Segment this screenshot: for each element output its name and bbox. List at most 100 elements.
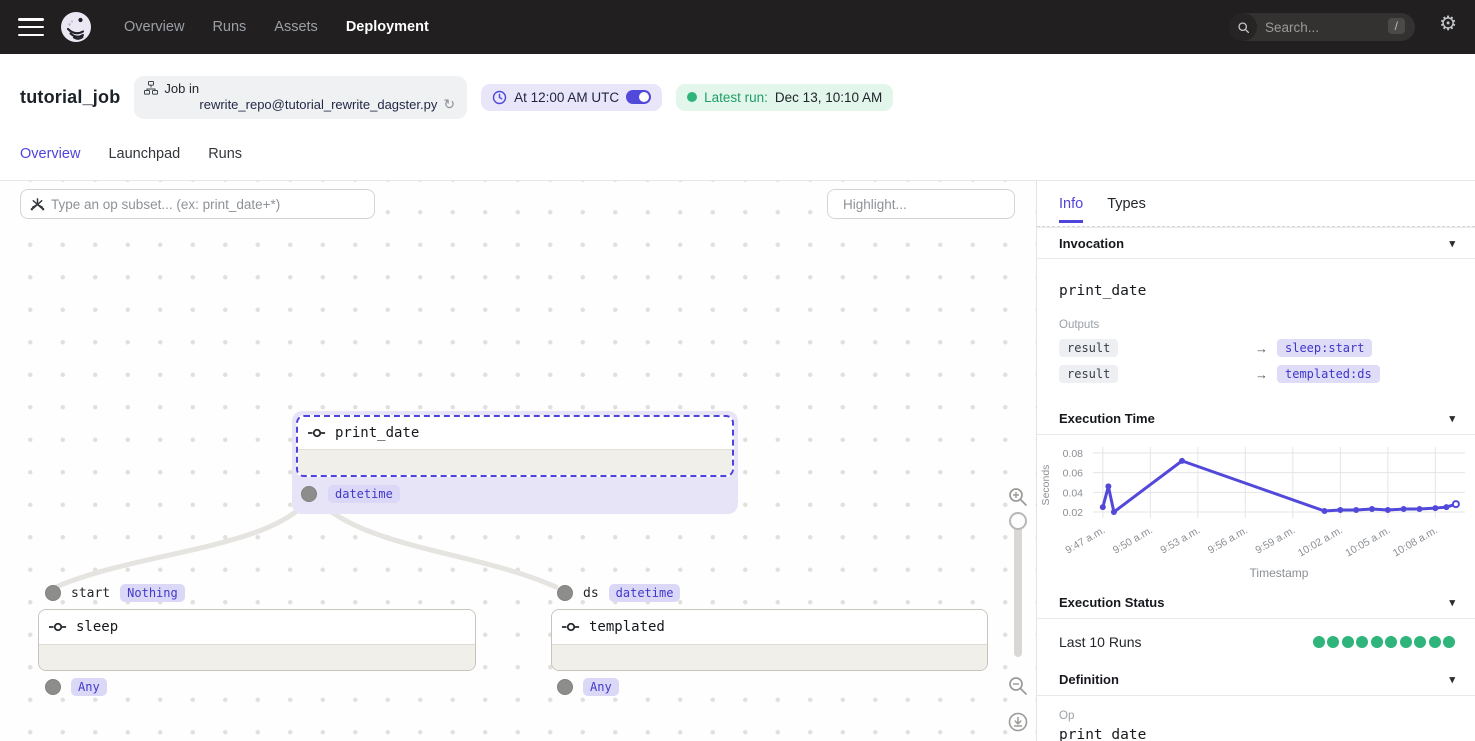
input-name: start [71, 586, 110, 601]
graph-icon [144, 81, 158, 95]
output-port [45, 679, 61, 695]
op-node-label: templated [589, 619, 665, 635]
run-status-dot[interactable] [1385, 636, 1397, 648]
reload-icon[interactable]: ↻ [443, 96, 455, 113]
op-node-templated[interactable]: templated [551, 609, 988, 671]
nav-runs[interactable]: Runs [212, 19, 246, 35]
last-runs-row: Last 10 Runs [1037, 619, 1475, 664]
type-tag-nothing[interactable]: Nothing [120, 584, 185, 602]
schedule-badge[interactable]: At 12:00 AM UTC [481, 84, 662, 111]
op-selector-icon [30, 197, 45, 212]
sleep-output-row: Any [45, 678, 107, 696]
svg-text:9:50 a.m.: 9:50 a.m. [1111, 524, 1155, 556]
tab-overview[interactable]: Overview [20, 140, 80, 180]
outputs-label: Outputs [1059, 319, 1453, 331]
section-invocation[interactable]: Invocation ▾ [1037, 227, 1475, 259]
settings-gear-icon[interactable]: ⚙ [1439, 14, 1457, 34]
schedule-toggle[interactable] [626, 90, 651, 104]
type-tag-datetime[interactable]: datetime [328, 485, 400, 503]
sidebar-tabs: Info Types [1037, 181, 1475, 226]
type-tag-datetime[interactable]: datetime [609, 584, 681, 602]
tab-types[interactable]: Types [1107, 196, 1146, 212]
chevron-down-icon: ▾ [1449, 596, 1455, 609]
op-graph-canvas[interactable]: print_date datetime start Nothing sleep … [0, 180, 1036, 741]
output-row: result → sleep:start [1059, 339, 1453, 357]
definition-content: Op print_date [1037, 696, 1475, 741]
run-status-dot[interactable] [1313, 636, 1325, 648]
global-search[interactable]: / [1229, 13, 1415, 41]
definition-op-name: print_date [1059, 727, 1453, 741]
op-node-print-date[interactable]: print_date [296, 415, 734, 477]
menu-icon[interactable] [18, 18, 44, 36]
tab-launchpad[interactable]: Launchpad [108, 140, 180, 180]
templated-input-row: ds datetime [557, 584, 680, 602]
chevron-down-icon: ▾ [1449, 412, 1455, 425]
run-status-dot[interactable] [1327, 636, 1339, 648]
svg-text:Seconds: Seconds [1040, 465, 1052, 506]
download-image-icon[interactable] [1007, 711, 1029, 733]
input-port [45, 585, 61, 601]
top-navigation-bar: Overview Runs Assets Deployment / ⚙ [0, 0, 1475, 54]
dagster-logo-icon[interactable] [60, 11, 92, 43]
section-definition[interactable]: Definition ▾ [1037, 664, 1475, 696]
op-icon [308, 428, 326, 438]
run-status-dot[interactable] [1429, 636, 1441, 648]
output-name-chip: result [1059, 339, 1118, 357]
nav-overview[interactable]: Overview [124, 19, 184, 35]
run-status-dot[interactable] [1371, 636, 1383, 648]
job-location-badge[interactable]: Job in rewrite_repo@tutorial_rewrite_dag… [134, 76, 467, 119]
op-icon [562, 622, 580, 632]
svg-text:10:05 a.m.: 10:05 a.m. [1343, 524, 1392, 559]
output-port [301, 486, 317, 502]
latest-run-time: Dec 13, 10:10 AM [775, 90, 882, 105]
op-node-sleep[interactable]: sleep [38, 609, 476, 671]
last-runs-dots[interactable] [1313, 636, 1456, 648]
op-icon [49, 622, 67, 632]
zoom-out-icon[interactable] [1007, 675, 1029, 697]
output-port [557, 679, 573, 695]
section-execution-status[interactable]: Execution Status ▾ [1037, 587, 1475, 619]
run-status-dot[interactable] [1356, 636, 1368, 648]
output-target-chip[interactable]: sleep:start [1277, 339, 1372, 357]
run-status-dot[interactable] [1342, 636, 1354, 648]
latest-run-badge[interactable]: Latest run: Dec 13, 10:10 AM [676, 84, 893, 111]
op-subset-input[interactable] [51, 197, 365, 212]
job-path: rewrite_repo@tutorial_rewrite_dagster.py [199, 97, 437, 112]
tab-runs[interactable]: Runs [208, 140, 242, 180]
sleep-input-row: start Nothing [45, 584, 185, 602]
section-execution-time[interactable]: Execution Time ▾ [1037, 403, 1475, 435]
print-date-output-row: datetime [301, 485, 400, 503]
svg-text:10:02 a.m.: 10:02 a.m. [1296, 524, 1345, 559]
zoom-slider[interactable] [1014, 512, 1022, 657]
zoom-slider-knob[interactable] [1009, 512, 1027, 530]
svg-text:9:59 a.m.: 9:59 a.m. [1253, 524, 1297, 556]
tab-info[interactable]: Info [1059, 196, 1083, 212]
svg-text:9:47 a.m.: 9:47 a.m. [1063, 524, 1107, 556]
line-chart: 0.020.040.060.089:47 a.m.9:50 a.m.9:53 a… [1037, 439, 1474, 587]
run-status-dot[interactable] [1414, 636, 1426, 648]
op-node-label: print_date [335, 425, 419, 441]
arrow-right-icon: → [1255, 367, 1277, 382]
job-tabs: Overview Launchpad Runs [0, 140, 1475, 180]
output-name-chip: result [1059, 365, 1118, 383]
type-tag-any[interactable]: Any [583, 678, 619, 696]
zoom-in-icon[interactable] [1007, 486, 1029, 508]
highlight-filter[interactable] [827, 189, 1015, 219]
nav-assets[interactable]: Assets [274, 19, 318, 35]
op-subset-filter[interactable] [20, 189, 375, 219]
svg-text:Timestamp: Timestamp [1250, 566, 1309, 580]
run-status-dot[interactable] [1400, 636, 1412, 648]
highlight-input[interactable] [843, 197, 1020, 212]
run-status-dot[interactable] [1443, 636, 1455, 648]
zoom-controls [1001, 486, 1035, 733]
input-port [557, 585, 573, 601]
definition-kind-label: Op [1059, 710, 1453, 722]
clock-icon [492, 90, 507, 105]
nav-deployment[interactable]: Deployment [346, 19, 429, 35]
svg-text:0.04: 0.04 [1063, 487, 1084, 499]
templated-output-row: Any [557, 678, 619, 696]
search-shortcut-key: / [1388, 18, 1405, 34]
type-tag-any[interactable]: Any [71, 678, 107, 696]
search-input[interactable] [1265, 20, 1365, 35]
output-target-chip[interactable]: templated:ds [1277, 365, 1380, 383]
